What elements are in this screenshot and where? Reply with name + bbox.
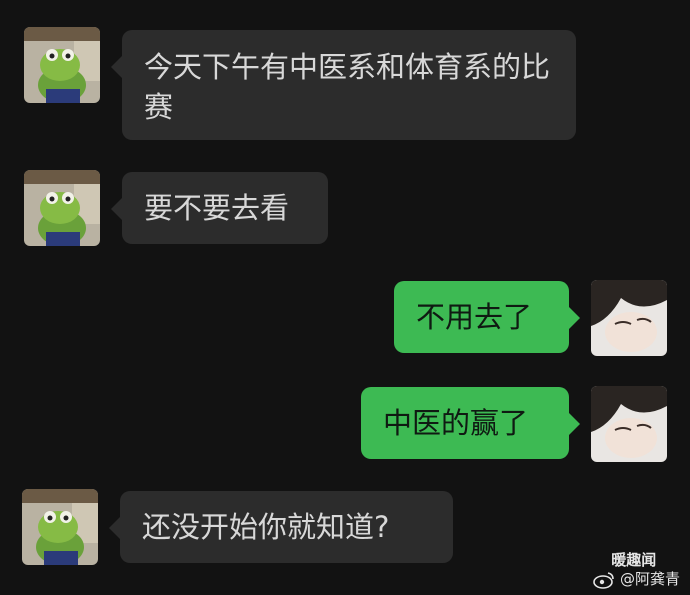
message-text: 今天下午有中医系和体育系的比赛 xyxy=(144,50,551,124)
message-bubble[interactable]: 要不要去看 xyxy=(111,172,328,244)
message-bubble[interactable]: 还没开始你就知道? xyxy=(109,491,453,563)
boy-avatar[interactable] xyxy=(591,386,667,462)
frog-avatar[interactable] xyxy=(24,170,100,246)
message-bubble[interactable]: 不用去了 xyxy=(394,281,580,353)
boy-avatar[interactable] xyxy=(591,280,667,356)
watermark: 暖趣闻 @阿龚青 xyxy=(593,551,680,589)
watermark-line1: 暖趣闻 xyxy=(611,551,657,569)
message-text: 不用去了 xyxy=(416,300,533,334)
watermark-line2: @阿龚青 xyxy=(619,570,680,588)
message-bubble[interactable]: 中医的赢了 xyxy=(361,387,580,459)
message-text: 中医的赢了 xyxy=(383,406,529,440)
message-text: 要不要去看 xyxy=(144,191,290,225)
frog-avatar[interactable] xyxy=(24,27,100,103)
frog-avatar[interactable] xyxy=(22,489,98,565)
weibo-icon xyxy=(593,571,615,589)
message-text: 还没开始你就知道? xyxy=(142,510,390,544)
message-bubble[interactable]: 今天下午有中医系和体育系的比赛 xyxy=(111,30,576,140)
